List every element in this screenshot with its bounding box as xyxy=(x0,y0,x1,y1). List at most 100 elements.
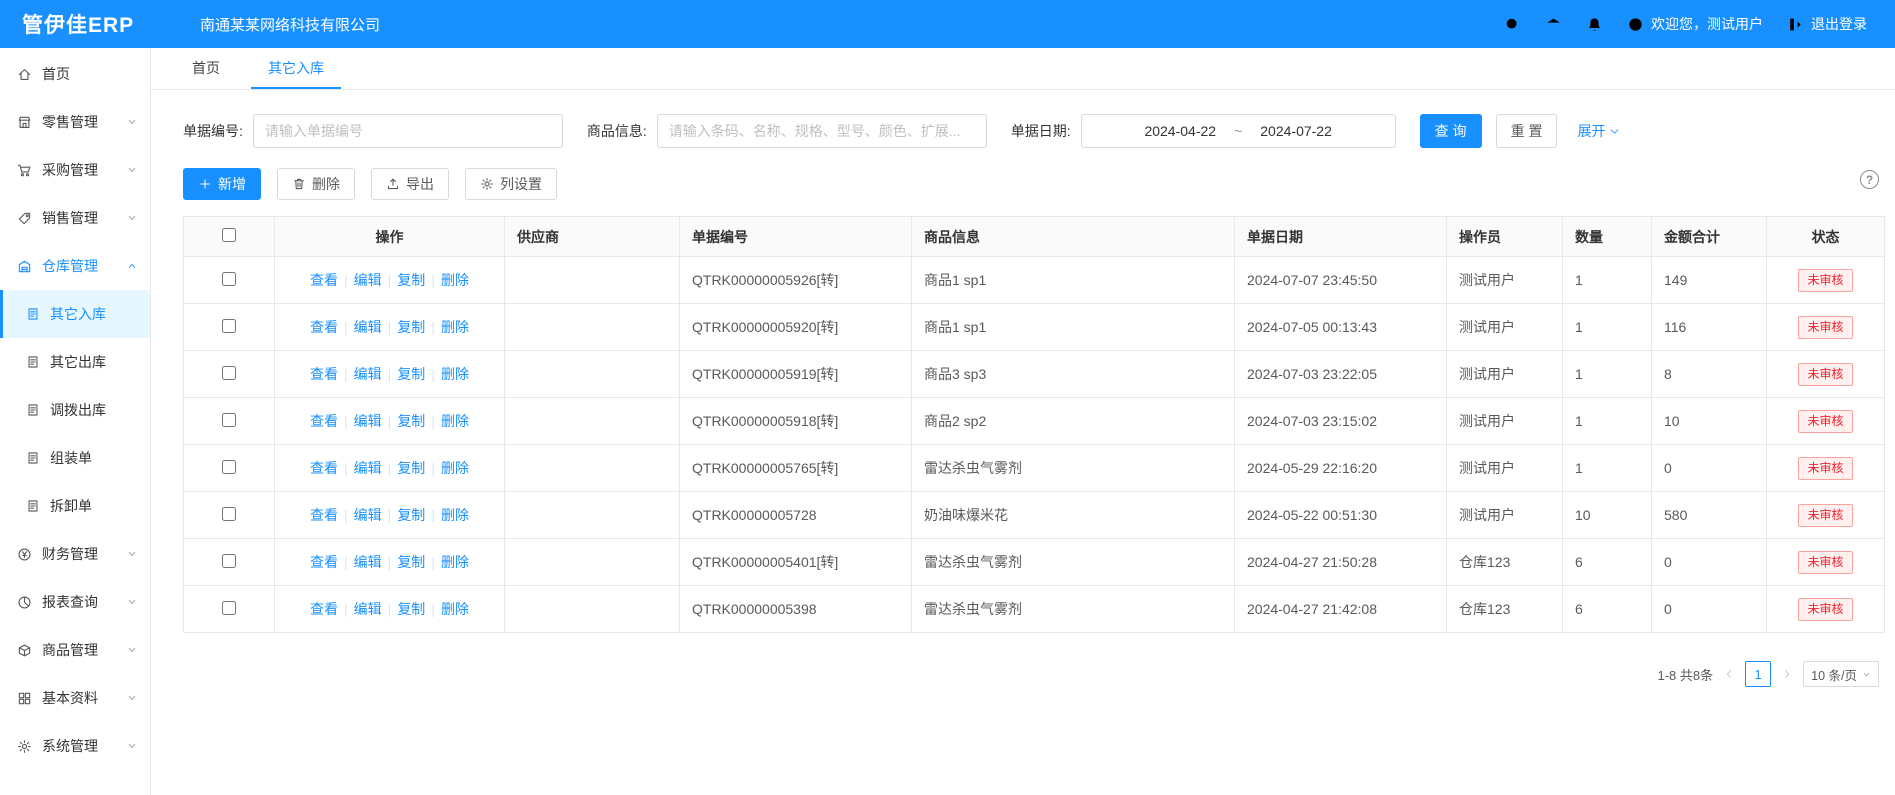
row-checkbox[interactable] xyxy=(222,601,236,615)
sidebar-item-warehouse[interactable]: 仓库管理 xyxy=(0,242,150,290)
delete-label: 删除 xyxy=(312,174,340,194)
sidebar-item-disassembly-order[interactable]: 拆卸单 xyxy=(0,482,150,530)
delete-button[interactable]: 删除 xyxy=(277,168,355,200)
user-menu[interactable]: 欢迎您，测试用户 xyxy=(1627,14,1763,34)
tab-other-inbound[interactable]: 其它入库 xyxy=(251,48,341,89)
product-info-input[interactable] xyxy=(657,114,987,148)
edit-link[interactable]: 编辑 xyxy=(354,507,382,523)
tab-home[interactable]: 首页 xyxy=(175,48,237,89)
sidebar-item-reports[interactable]: 报表查询 xyxy=(0,578,150,626)
bell-icon[interactable] xyxy=(1586,16,1603,33)
sidebar-item-home[interactable]: 首页 xyxy=(0,50,150,98)
delete-link[interactable]: 删除 xyxy=(441,319,469,335)
edit-link[interactable]: 编辑 xyxy=(354,554,382,570)
page-size-select[interactable]: 10 条/页 xyxy=(1803,661,1879,687)
sidebar-item-other-outbound[interactable]: 其它出库 xyxy=(0,338,150,386)
grid-icon xyxy=(17,691,32,706)
add-button[interactable]: 新增 xyxy=(183,168,261,200)
qty-cell: 1 xyxy=(1563,398,1652,445)
date-cell: 2024-05-29 22:16:20 xyxy=(1235,445,1447,492)
copy-link[interactable]: 复制 xyxy=(397,554,425,570)
reset-button[interactable]: 重 置 xyxy=(1496,114,1558,148)
table-row: 查看编辑复制删除 QTRK00000005728 奶油味爆米花 2024-05-… xyxy=(184,492,1885,539)
view-link[interactable]: 查看 xyxy=(310,319,338,335)
bank-icon[interactable] xyxy=(1545,16,1562,33)
expand-link[interactable]: 展开 xyxy=(1577,121,1620,141)
help-icon[interactable]: ? xyxy=(1860,170,1879,189)
row-checkbox[interactable] xyxy=(222,272,236,286)
delete-link[interactable]: 删除 xyxy=(441,413,469,429)
view-link[interactable]: 查看 xyxy=(310,601,338,617)
pagination: 1-8 共8条 1 10 条/页 xyxy=(183,661,1885,687)
qty-cell: 10 xyxy=(1563,492,1652,539)
edit-link[interactable]: 编辑 xyxy=(354,601,382,617)
sidebar-item-purchase[interactable]: 采购管理 xyxy=(0,146,150,194)
export-button[interactable]: 导出 xyxy=(371,168,449,200)
topbar-right: 欢迎您，测试用户 退出登录 xyxy=(1504,14,1867,34)
sidebar-item-label: 财务管理 xyxy=(42,544,98,564)
delete-link[interactable]: 删除 xyxy=(441,366,469,382)
sidebar-item-other-inbound[interactable]: 其它入库 xyxy=(0,290,150,338)
view-link[interactable]: 查看 xyxy=(310,507,338,523)
copy-link[interactable]: 复制 xyxy=(397,460,425,476)
row-checkbox[interactable] xyxy=(222,319,236,333)
search-button[interactable]: 查 询 xyxy=(1420,114,1482,148)
logout-button[interactable]: 退出登录 xyxy=(1787,14,1867,34)
date-end-value: 2024-07-22 xyxy=(1260,123,1332,139)
gear-icon xyxy=(480,177,494,191)
sidebar-item-retail[interactable]: 零售管理 xyxy=(0,98,150,146)
row-checkbox[interactable] xyxy=(222,366,236,380)
page-content: 单据编号: 商品信息: 单据日期: 2024-04-22 ~ 2024-07-2… xyxy=(151,90,1895,795)
sidebar-item-basic-data[interactable]: 基本资料 xyxy=(0,674,150,722)
product-cell: 商品1 sp1 xyxy=(912,257,1235,304)
row-checkbox[interactable] xyxy=(222,554,236,568)
date-range-picker[interactable]: 2024-04-22 ~ 2024-07-22 xyxy=(1081,114,1396,148)
delete-link[interactable]: 删除 xyxy=(441,460,469,476)
row-checkbox[interactable] xyxy=(222,460,236,474)
operator-cell: 测试用户 xyxy=(1447,304,1563,351)
product-cell: 商品3 sp3 xyxy=(912,351,1235,398)
sidebar-item-sales[interactable]: 销售管理 xyxy=(0,194,150,242)
edit-link[interactable]: 编辑 xyxy=(354,413,382,429)
delete-link[interactable]: 删除 xyxy=(441,601,469,617)
row-checkbox[interactable] xyxy=(222,413,236,427)
sidebar-item-assembly-order[interactable]: 组装单 xyxy=(0,434,150,482)
add-label: 新增 xyxy=(218,174,246,194)
column-settings-button[interactable]: 列设置 xyxy=(465,168,557,200)
edit-link[interactable]: 编辑 xyxy=(354,319,382,335)
view-link[interactable]: 查看 xyxy=(310,272,338,288)
view-link[interactable]: 查看 xyxy=(310,554,338,570)
status-badge: 未审核 xyxy=(1798,457,1852,480)
table-row: 查看编辑复制删除 QTRK00000005401[转] 雷达杀虫气雾剂 2024… xyxy=(184,539,1885,586)
sidebar-item-products[interactable]: 商品管理 xyxy=(0,626,150,674)
status-badge: 未审核 xyxy=(1798,551,1852,574)
view-link[interactable]: 查看 xyxy=(310,460,338,476)
copy-link[interactable]: 复制 xyxy=(397,366,425,382)
table-header-row: 操作 供应商 单据编号 商品信息 单据日期 操作员 数量 金额合计 状态 xyxy=(184,217,1885,257)
edit-link[interactable]: 编辑 xyxy=(354,272,382,288)
search-icon[interactable] xyxy=(1504,16,1521,33)
copy-link[interactable]: 复制 xyxy=(397,507,425,523)
sidebar-item-system[interactable]: 系统管理 xyxy=(0,722,150,770)
page-number[interactable]: 1 xyxy=(1745,661,1771,687)
select-all-checkbox[interactable] xyxy=(222,228,236,242)
edit-link[interactable]: 编辑 xyxy=(354,366,382,382)
sidebar-item-transfer-outbound[interactable]: 调拨出库 xyxy=(0,386,150,434)
next-page-icon[interactable] xyxy=(1781,668,1793,680)
copy-link[interactable]: 复制 xyxy=(397,601,425,617)
edit-link[interactable]: 编辑 xyxy=(354,460,382,476)
row-checkbox[interactable] xyxy=(222,507,236,521)
delete-link[interactable]: 删除 xyxy=(441,272,469,288)
view-link[interactable]: 查看 xyxy=(310,366,338,382)
product-cell: 雷达杀虫气雾剂 xyxy=(912,445,1235,492)
bill-no-input[interactable] xyxy=(253,114,563,148)
view-link[interactable]: 查看 xyxy=(310,413,338,429)
copy-link[interactable]: 复制 xyxy=(397,319,425,335)
delete-link[interactable]: 删除 xyxy=(441,554,469,570)
copy-link[interactable]: 复制 xyxy=(397,413,425,429)
delete-link[interactable]: 删除 xyxy=(441,507,469,523)
sidebar-item-finance[interactable]: 财务管理 xyxy=(0,530,150,578)
supplier-cell xyxy=(505,257,680,304)
prev-page-icon[interactable] xyxy=(1723,668,1735,680)
copy-link[interactable]: 复制 xyxy=(397,272,425,288)
